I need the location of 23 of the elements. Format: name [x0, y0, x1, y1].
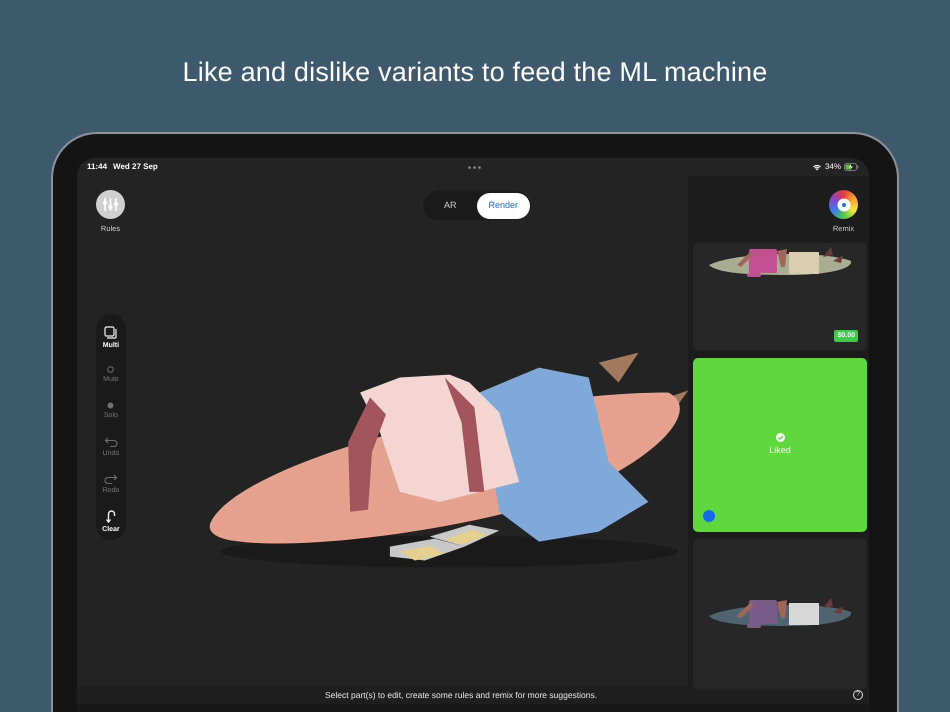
- dot-icon: [107, 402, 114, 410]
- headline: Like and dislike variants to feed the ML machine: [182, 56, 768, 89]
- battery-percent: 34%: [824, 161, 841, 173]
- remix-button[interactable]: [829, 190, 858, 219]
- variant-card[interactable]: [693, 539, 867, 690]
- undo-icon: [104, 437, 118, 448]
- check-circle-icon: [776, 433, 784, 442]
- redo-icon: [104, 474, 118, 484]
- hook-arrow-icon: [106, 508, 116, 523]
- wifi-icon: [812, 163, 822, 171]
- view-tab[interactable]: Render: [476, 192, 530, 218]
- circle-icon: [107, 366, 114, 372]
- hint-text: Select part(s) to edit, create some rules and remix for more suggestions.: [325, 688, 598, 702]
- status-time: 11:44: [87, 161, 108, 173]
- more-dots-icon[interactable]: [468, 166, 481, 168]
- sliders-icon: [102, 197, 119, 212]
- disc-icon: [836, 198, 850, 212]
- battery-charging-icon: [844, 163, 859, 171]
- view-tab[interactable]: AR: [424, 192, 477, 218]
- liked-label: Liked: [769, 444, 791, 457]
- status-date: Wed 27 Sep: [113, 161, 158, 173]
- rules-button[interactable]: [96, 190, 125, 219]
- squares-icon: [104, 326, 118, 339]
